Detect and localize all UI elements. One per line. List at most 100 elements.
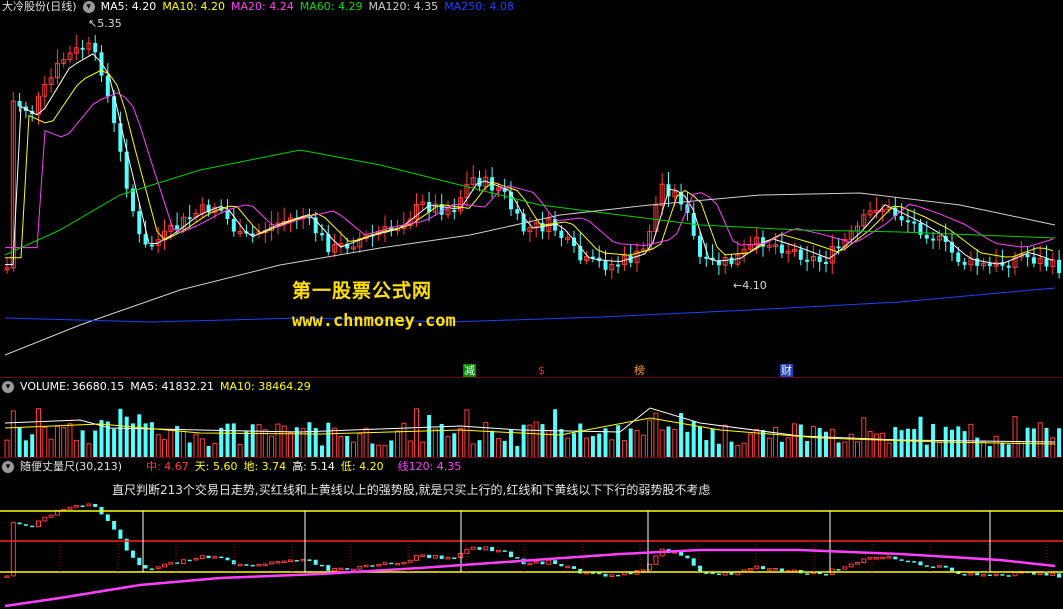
ruler-candle [616, 574, 621, 577]
ruler-candle [779, 568, 784, 572]
volume-bar-up [300, 428, 306, 458]
volume-bar-up [10, 410, 16, 458]
volume-ma5: MA5: 41832.21 [130, 380, 214, 393]
ruler-candle [729, 572, 734, 575]
ma60-label: MA60: 4.29 [299, 0, 363, 13]
ruler-candle [747, 568, 753, 571]
ruler-line120: 线120: 4.35 [397, 460, 462, 473]
volume-bar-up [73, 439, 79, 458]
ruler-candle [382, 562, 388, 566]
volume-bar-down [509, 429, 513, 458]
ruler-candle [483, 546, 489, 551]
candle-down [1031, 257, 1036, 264]
volume-bar-down [918, 416, 923, 458]
ruler-candle [873, 557, 879, 560]
ruler-candle [1031, 572, 1036, 575]
volume-bar-up [256, 423, 262, 458]
ruler-candle [452, 557, 457, 559]
volume-bar-down [729, 441, 734, 458]
candle-down [93, 43, 98, 53]
ruler-candle [357, 566, 363, 570]
ruler-candle [1044, 572, 1049, 576]
volume-bar-up [180, 430, 186, 458]
ruler-candle [912, 561, 917, 563]
ruler-sky: 天: 5.60 [194, 460, 238, 473]
volume-bar-down [779, 441, 784, 458]
ruler-candle [275, 561, 281, 564]
chevron-down-icon[interactable]: ▾ [82, 1, 95, 13]
volume-bar-up [621, 440, 627, 458]
ruler-candle [836, 569, 841, 571]
marker-reduce[interactable]: 减 [463, 364, 476, 377]
candle-down [931, 238, 936, 241]
volume-bar-up [48, 438, 54, 458]
ruler-candle [597, 572, 602, 575]
volume-bar-up [86, 443, 92, 458]
ma10-label: MA10: 4.20 [162, 0, 226, 13]
ruler-candle [244, 564, 249, 566]
volume-bar-down [899, 430, 904, 458]
marker-finance[interactable]: 财 [780, 364, 793, 377]
chevron-down-icon[interactable]: ▾ [2, 381, 14, 393]
stock-title[interactable]: 大冷股份(日线) [2, 0, 77, 14]
volume-bar-up [533, 421, 539, 458]
volume-bar-up [981, 441, 986, 458]
price-chart-canvas[interactable] [0, 0, 1063, 378]
ma10-line [5, 69, 1054, 259]
volume-bar-up [773, 426, 779, 458]
volume-bar-up [338, 436, 344, 458]
volume-bar-down [590, 436, 595, 458]
ruler-candle [527, 562, 533, 566]
volume-bar-down [225, 423, 230, 458]
ruler-candle [533, 561, 539, 564]
volume-bar-down [112, 428, 117, 458]
ruler-candle [294, 559, 299, 562]
candle-down [515, 209, 520, 214]
volume-bar-down [698, 426, 702, 458]
ruler-candle [553, 560, 558, 565]
volume-bar-up [495, 438, 501, 458]
ruler-candle [987, 574, 992, 576]
candle-down [175, 225, 180, 230]
volume-panel[interactable]: ▾ VOLUME: 36680.15 MA5: 41832.21 MA10: 3… [0, 378, 1063, 458]
candle-down [1006, 265, 1011, 268]
chevron-down-icon[interactable]: ▾ [2, 461, 14, 473]
volume-bar-down [502, 440, 507, 458]
volume-title: VOLUME: [20, 380, 70, 393]
volume-bar-up [886, 442, 892, 458]
candle-down [704, 256, 709, 259]
ruler-candle [414, 555, 419, 561]
ruler-candle [256, 563, 262, 567]
ruler-candle [1000, 574, 1005, 576]
ruler-candle [370, 565, 375, 567]
price-chart-panel[interactable]: 大冷股份(日线) ▾ MA5: 4.20 MA10: 4.20 MA20: 4.… [0, 0, 1063, 378]
ruler-candle [502, 550, 507, 552]
ruler-candle [918, 561, 923, 566]
ruler-candle [722, 572, 728, 576]
ruler-candle [420, 554, 426, 557]
ruler-candle [180, 559, 186, 565]
candle-down [603, 261, 608, 270]
candle-down [836, 246, 841, 249]
volume-bar-down [93, 430, 98, 458]
ruler-candle [640, 569, 646, 572]
ruler-candle [17, 522, 22, 525]
volume-bar-up [470, 443, 476, 458]
marker-dollar[interactable]: $ [535, 364, 548, 377]
ruler-candle [893, 556, 898, 560]
ruler-candle [773, 567, 779, 571]
ruler-candle [603, 573, 608, 577]
volume-bar-up [193, 433, 199, 458]
volume-bar-down [761, 430, 765, 458]
volume-bar-up [659, 429, 665, 458]
volume-bar-up [288, 432, 293, 458]
ruler-candle [924, 565, 929, 567]
ruler-candle [464, 548, 470, 554]
candle-down [987, 263, 992, 267]
ruler-candle [118, 529, 123, 539]
marker-ranking[interactable]: 榜 [633, 364, 646, 377]
ruler-candle [653, 555, 659, 565]
volume-bar-down [326, 422, 331, 458]
candle-down [805, 259, 810, 262]
volume-bar-up [785, 437, 791, 458]
